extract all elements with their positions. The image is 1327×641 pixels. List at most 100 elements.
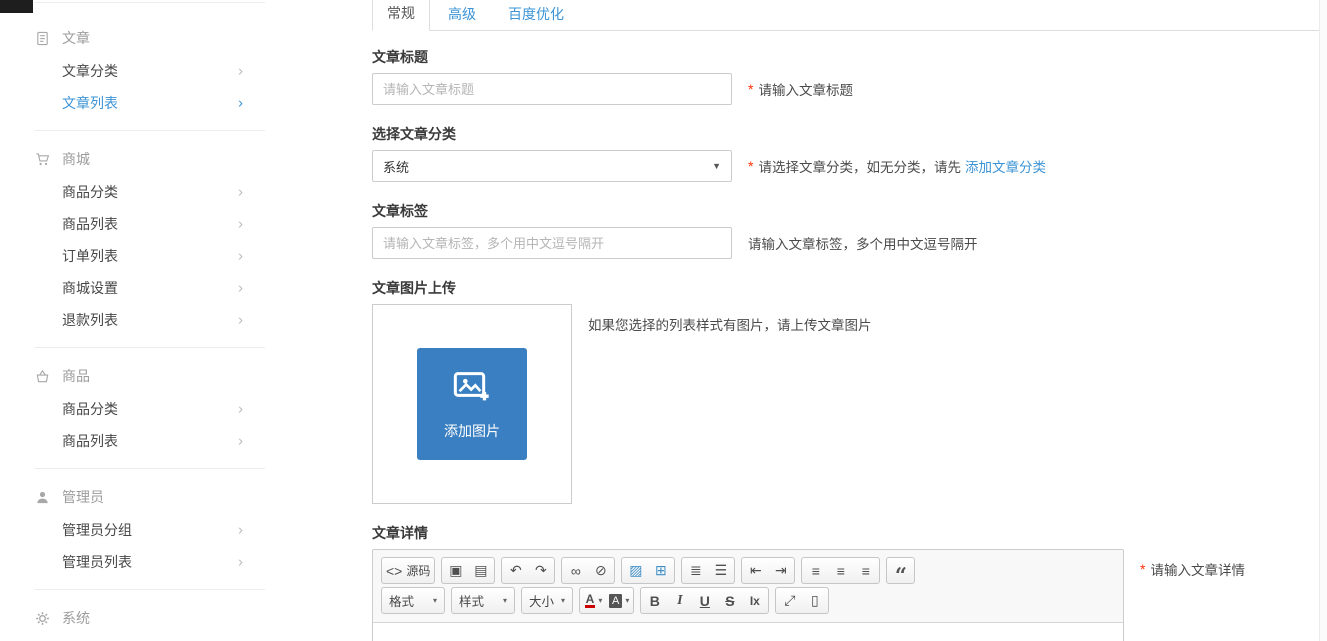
tab-advanced[interactable]: 高级 bbox=[434, 0, 490, 31]
align-center-icon[interactable]: ≡ bbox=[828, 559, 853, 583]
source-label: 源码 bbox=[406, 562, 430, 579]
sidebar-item-article-category[interactable]: 文章分类 › bbox=[0, 55, 300, 87]
insert-image-icon[interactable]: ▨ bbox=[623, 559, 648, 583]
sidebar-section-goods[interactable]: 商品 bbox=[0, 359, 300, 393]
chevron-right-icon: › bbox=[238, 216, 243, 233]
field-article-image: 文章图片上传 添加图片 如果您选择的列表样式有图片，请上传文章图片 bbox=[372, 281, 1319, 504]
field-article-detail: 文章详情 <>源码 ▣ ▤ ↶ bbox=[372, 526, 1319, 641]
sidebar-item-refund-list[interactable]: 退款列表 › bbox=[0, 304, 300, 336]
sidebar-section-system[interactable]: 系统 bbox=[0, 601, 300, 635]
editor-content[interactable] bbox=[373, 623, 1123, 641]
chevron-right-icon: › bbox=[238, 312, 243, 329]
sidebar-item-label: 商品列表 bbox=[62, 431, 118, 451]
text-color-icon: A bbox=[585, 593, 596, 608]
caret-down-icon: ▾ bbox=[503, 596, 507, 605]
sidebar-item-goods-category-mall[interactable]: 商品分类 › bbox=[0, 176, 300, 208]
scrollbar[interactable] bbox=[1319, 0, 1327, 641]
show-blocks-icon[interactable]: ▯ bbox=[802, 589, 827, 613]
divider bbox=[35, 347, 265, 348]
sidebar-item-mall-settings[interactable]: 商城设置 › bbox=[0, 272, 300, 304]
sidebar-item-label: 退款列表 bbox=[62, 310, 118, 330]
indent-icon[interactable]: ⇥ bbox=[768, 559, 793, 583]
sidebar-item-admin-list[interactable]: 管理员列表 › bbox=[0, 546, 300, 578]
sidebar-item-label: 订单列表 bbox=[62, 246, 118, 266]
text-color-button[interactable]: A▾ bbox=[581, 589, 606, 613]
required-star: * bbox=[1140, 561, 1145, 577]
italic-icon[interactable]: I bbox=[667, 589, 692, 613]
sidebar-item-goods-category[interactable]: 商品分类 › bbox=[0, 393, 300, 425]
toolbar-group-basicstyles: B I U S Ix bbox=[640, 587, 769, 614]
chevron-right-icon: › bbox=[238, 280, 243, 297]
sidebar-item-label: 商城设置 bbox=[62, 278, 118, 298]
add-image-button[interactable]: 添加图片 bbox=[417, 348, 527, 460]
paste-from-word-icon[interactable]: ▤ bbox=[468, 559, 493, 583]
bg-color-icon: A bbox=[609, 594, 622, 608]
outdent-icon[interactable]: ⇤ bbox=[743, 559, 768, 583]
sidebar-item-basic-info[interactable]: 基本信息 › bbox=[0, 635, 300, 641]
sidebar-item-label: 文章列表 bbox=[62, 93, 118, 113]
sidebar-item-label: 商品列表 bbox=[62, 214, 118, 234]
undo-icon[interactable]: ↶ bbox=[503, 559, 528, 583]
sidebar-item-order-list[interactable]: 订单列表 › bbox=[0, 240, 300, 272]
basket-icon bbox=[35, 369, 50, 384]
align-left-icon[interactable]: ≡ bbox=[803, 559, 828, 583]
sidebar-section-admin[interactable]: 管理员 bbox=[0, 480, 300, 514]
size-dropdown-label: 大小 bbox=[529, 591, 554, 610]
field-article-tags: 文章标签 请输入文章标签，多个用中文逗号隔开 bbox=[372, 204, 1319, 259]
underline-icon[interactable]: U bbox=[692, 589, 717, 613]
style-dropdown-label: 样式 bbox=[459, 591, 484, 610]
sidebar-section-label: 商品 bbox=[62, 366, 90, 386]
add-category-link[interactable]: 添加文章分类 bbox=[965, 156, 1046, 176]
unordered-list-icon[interactable]: ☰ bbox=[708, 559, 733, 583]
article-category-hint: * 请选择文章分类，如无分类，请先 添加文章分类 bbox=[748, 156, 1046, 176]
sidebar-section-label: 管理员 bbox=[62, 487, 104, 507]
remove-format-icon[interactable]: Ix bbox=[742, 589, 767, 613]
source-icon: <> bbox=[386, 563, 402, 579]
chevron-right-icon: › bbox=[238, 433, 243, 450]
required-star: * bbox=[748, 158, 753, 174]
paste-icon[interactable]: ▣ bbox=[443, 559, 468, 583]
source-button[interactable]: <>源码 bbox=[383, 559, 433, 583]
document-icon bbox=[35, 31, 50, 46]
insert-table-icon[interactable]: ⊞ bbox=[648, 559, 673, 583]
add-image-button-label: 添加图片 bbox=[444, 421, 500, 441]
strikethrough-icon[interactable]: S bbox=[717, 589, 742, 613]
bold-icon[interactable]: B bbox=[642, 589, 667, 613]
sidebar-section-label: 系统 bbox=[62, 608, 90, 628]
article-title-label: 文章标题 bbox=[372, 50, 1319, 65]
tab-general[interactable]: 常规 bbox=[372, 0, 430, 31]
blockquote-icon[interactable]: “ bbox=[888, 559, 913, 583]
maximize-icon[interactable]: ⤢ bbox=[777, 589, 802, 613]
bg-color-button[interactable]: A▾ bbox=[606, 589, 632, 613]
sidebar-section-article[interactable]: 文章 bbox=[0, 21, 300, 55]
size-dropdown[interactable]: 大小 ▾ bbox=[521, 587, 573, 614]
link-icon[interactable]: ∞ bbox=[563, 559, 588, 583]
tab-baidu-seo[interactable]: 百度优化 bbox=[494, 0, 578, 31]
cart-icon bbox=[35, 152, 50, 167]
ordered-list-icon[interactable]: ≣ bbox=[683, 559, 708, 583]
redo-icon[interactable]: ↷ bbox=[528, 559, 553, 583]
toolbar-group-insert: ▨ ⊞ bbox=[621, 557, 675, 584]
style-dropdown[interactable]: 样式 ▾ bbox=[451, 587, 515, 614]
sidebar-item-admin-group[interactable]: 管理员分组 › bbox=[0, 514, 300, 546]
format-dropdown-label: 格式 bbox=[389, 591, 414, 610]
sidebar-item-article-list[interactable]: 文章列表 › bbox=[0, 87, 300, 119]
toolbar-group-indent: ⇤ ⇥ bbox=[741, 557, 795, 584]
sidebar-item-goods-list-mall[interactable]: 商品列表 › bbox=[0, 208, 300, 240]
article-tags-hint: 请输入文章标签，多个用中文逗号隔开 bbox=[748, 233, 978, 253]
chevron-right-icon: › bbox=[238, 95, 243, 112]
article-title-input[interactable] bbox=[372, 73, 732, 105]
hint-text: 请选择文章分类，如无分类，请先 bbox=[758, 156, 961, 176]
article-tags-input[interactable] bbox=[372, 227, 732, 259]
sidebar-section-mall[interactable]: 商城 bbox=[0, 142, 300, 176]
format-dropdown[interactable]: 格式 ▾ bbox=[381, 587, 445, 614]
sidebar-item-goods-list[interactable]: 商品列表 › bbox=[0, 425, 300, 457]
category-select-value: 系统 bbox=[383, 157, 409, 176]
article-form: 文章标题 * 请输入文章标题 选择文章分类 系统 ▼ * 请选择文章分类，如无分… bbox=[372, 31, 1319, 641]
divider bbox=[35, 2, 265, 3]
article-category-label: 选择文章分类 bbox=[372, 127, 1319, 142]
caret-down-icon: ▾ bbox=[433, 596, 437, 605]
align-right-icon[interactable]: ≡ bbox=[853, 559, 878, 583]
unlink-icon[interactable]: ⊘ bbox=[588, 559, 613, 583]
category-select[interactable]: 系统 ▼ bbox=[372, 150, 732, 182]
